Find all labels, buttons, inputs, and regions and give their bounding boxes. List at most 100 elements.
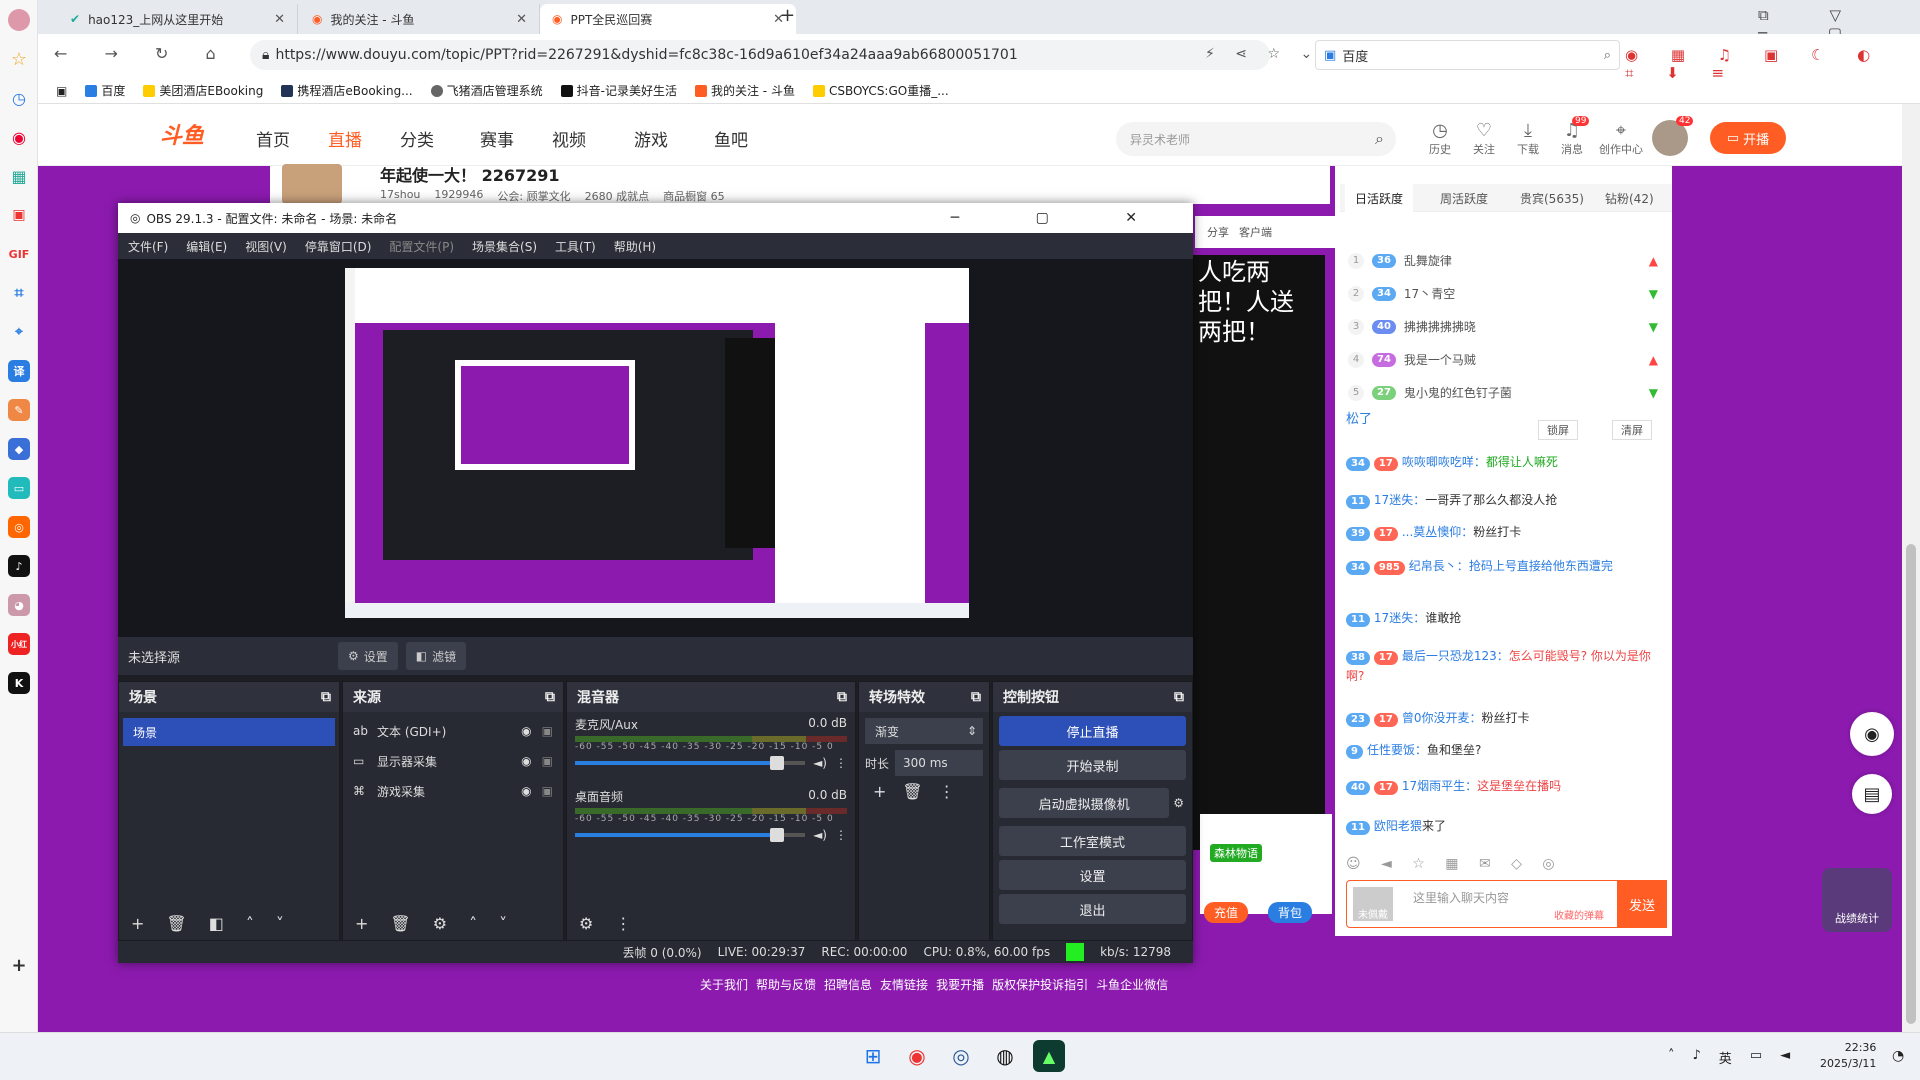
menu-edit[interactable]: 编辑(E) xyxy=(186,238,227,255)
nav-games[interactable]: 游戏 xyxy=(634,126,668,151)
rank-username[interactable]: 我是一个马贼 xyxy=(1404,351,1476,368)
footer-link[interactable]: 友情链接 xyxy=(880,976,928,993)
new-tab-icon[interactable]: + xyxy=(780,5,795,26)
undock-icon[interactable]: ⧉ xyxy=(837,689,847,705)
menu-profile[interactable]: 配置文件(P) xyxy=(389,238,454,255)
undock-icon[interactable]: ⧉ xyxy=(545,689,555,705)
k-app-icon[interactable]: K xyxy=(8,672,30,694)
windows-start-icon[interactable]: ⊞ xyxy=(857,1040,889,1072)
trash-icon[interactable]: 🗑︎ xyxy=(166,914,186,933)
trash-icon[interactable]: 🗑︎ xyxy=(390,914,410,933)
header-history[interactable]: ◷ 历史 xyxy=(1420,120,1460,157)
bookmark-item[interactable]: 美团酒店EBooking xyxy=(143,82,263,99)
virtual-camera-button[interactable]: 启动虚拟摄像机 xyxy=(999,788,1170,818)
tab-ppt[interactable]: ◉ PPT全民巡回赛 ✕ xyxy=(540,4,796,34)
slider-handle[interactable] xyxy=(770,828,785,842)
slider-handle[interactable] xyxy=(770,756,785,770)
start-recording-button[interactable]: 开始录制 xyxy=(999,750,1186,780)
trash-icon[interactable]: 🗑︎ xyxy=(902,782,922,801)
rank-row[interactable]: 3 40 拂拂拂拂拂晓 ▼ xyxy=(1348,318,1658,335)
crop-icon[interactable]: ⌗ xyxy=(8,282,30,304)
rank-username[interactable]: 17丶青空 xyxy=(1404,285,1455,302)
douyu-search-input[interactable]: 异灵术老师 ⌕ xyxy=(1116,122,1396,156)
nav-home[interactable]: 首页 xyxy=(256,126,290,151)
rank-username[interactable]: 鬼小鬼的红色钉子菌 xyxy=(1404,384,1512,401)
backpack-button[interactable]: 背包 xyxy=(1268,902,1313,923)
obs-taskbar-icon[interactable]: ◍ xyxy=(989,1040,1021,1072)
transition-select[interactable]: 渐变 ⇕ xyxy=(865,718,983,744)
add-icon[interactable]: + xyxy=(131,914,144,933)
page-scrollbar[interactable] xyxy=(1902,104,1920,1032)
game-icon[interactable]: ◎ xyxy=(8,516,30,538)
lock-icon[interactable]: ▣ xyxy=(542,754,553,768)
rank-row[interactable]: 5 27 鬼小鬼的红色钉子菌 ▼ xyxy=(1348,384,1658,401)
rank-tab-weekly[interactable]: 周活跃度 xyxy=(1430,184,1498,212)
nav-events[interactable]: 赛事 xyxy=(480,126,514,151)
gear-icon[interactable]: ⚙ xyxy=(1173,796,1184,810)
client-button[interactable]: 客户端 xyxy=(1239,224,1272,240)
volume-slider[interactable] xyxy=(575,756,806,770)
chat-username[interactable]: 任性要饭： xyxy=(1367,743,1427,757)
chat-input-box[interactable]: 未佩戴 这里输入聊天内容 收藏的弹幕 发送 xyxy=(1346,880,1667,928)
menu-scene-collection[interactable]: 场景集合(S) xyxy=(472,238,537,255)
app-icon[interactable]: ▲ xyxy=(1033,1040,1065,1072)
lock-screen-button[interactable]: 锁屏 xyxy=(1538,420,1578,440)
rank-username[interactable]: 乱舞旋律 xyxy=(1404,252,1452,269)
lock-icon[interactable]: ▣ xyxy=(542,784,553,798)
chat-username[interactable]: 咴咴唧咴吃咩： xyxy=(1402,455,1486,469)
ai-write-icon[interactable]: ✎ xyxy=(8,399,30,421)
ocr-icon[interactable]: ⌖ xyxy=(8,321,30,343)
speaker-icon[interactable]: ◄) xyxy=(813,756,827,770)
rank-row[interactable]: 4 74 我是一个马贼 ▲ xyxy=(1348,351,1658,368)
rank-row[interactable]: 2 34 17丶青空 ▼ xyxy=(1348,285,1658,302)
menu-view[interactable]: 视图(V) xyxy=(245,238,287,255)
star-icon[interactable]: ☆ xyxy=(8,48,30,70)
notification-icon[interactable]: ◔ xyxy=(1892,1048,1904,1064)
chat-username[interactable]: 17烟雨平生： xyxy=(1402,779,1477,793)
gear-icon[interactable]: ⚙ xyxy=(433,914,447,933)
live-stream-video[interactable]: 人吃两把！人送两把！ xyxy=(1190,255,1325,850)
add-icon[interactable]: + xyxy=(8,954,30,976)
chat-username[interactable]: ...莫丛懊仰： xyxy=(1402,525,1473,539)
tiktok-icon[interactable]: ♪ xyxy=(8,555,30,577)
menu-tools[interactable]: 工具(T) xyxy=(555,238,596,255)
duration-input[interactable]: 300 ms xyxy=(895,750,983,776)
search-engine-box[interactable]: ▣ 百度 ⌕ xyxy=(1315,40,1620,70)
advanced-audio-icon[interactable]: ⚙ xyxy=(579,914,593,933)
rank-tab-daily[interactable]: 日活跃度 xyxy=(1345,184,1414,212)
source-item[interactable]: ab 文本 (GDI+) ◉ ▣ xyxy=(343,716,563,746)
down-icon[interactable]: ˅ xyxy=(276,914,284,933)
menu-help[interactable]: 帮助(H) xyxy=(614,238,656,255)
note-icon[interactable]: ▤ xyxy=(1852,774,1892,814)
footer-link[interactable]: 帮助与反馈 xyxy=(756,976,816,993)
url-actions[interactable]: ⚡ ⋖ ☆ ⌄ xyxy=(1205,46,1320,62)
undock-icon[interactable]: ⧉ xyxy=(971,689,981,705)
browser-icon[interactable]: ◎ xyxy=(945,1040,977,1072)
exit-button[interactable]: 退出 xyxy=(999,894,1186,924)
source-filters-button[interactable]: ◧ 滤镜 xyxy=(405,642,467,670)
pdf-icon[interactable]: ▣ xyxy=(8,204,30,226)
menu-dots-icon[interactable]: ⋮ xyxy=(615,914,631,933)
add-icon[interactable]: + xyxy=(355,914,368,933)
person-icon[interactable]: ◕ xyxy=(8,594,30,616)
history-icon[interactable]: ◷ xyxy=(8,87,30,109)
system-tray[interactable]: ˄ ♪ 英 ▭ ◄ xyxy=(1668,1048,1790,1067)
chat-tools[interactable]: ☺ ◄ ☆ ▦ ✉ ◇ ◎ xyxy=(1346,856,1563,872)
scene-filter-icon[interactable]: ◧ xyxy=(209,914,224,933)
footer-link[interactable]: 斗鱼企业微信 xyxy=(1096,976,1168,993)
menu-file[interactable]: 文件(F) xyxy=(128,238,168,255)
rank-tab-diamond[interactable]: 钻粉(42) xyxy=(1595,184,1664,212)
up-icon[interactable]: ˄ xyxy=(246,914,254,933)
footer-link[interactable]: 版权保护投诉指引 xyxy=(992,976,1088,993)
bookmark-item[interactable]: 百度 xyxy=(85,82,125,99)
battle-stats-button[interactable]: 战绩统计 xyxy=(1822,868,1892,932)
record-icon[interactable]: ◉ xyxy=(8,126,30,148)
chat-username[interactable]: 曾0你没开麦： xyxy=(1402,711,1482,725)
nav-category[interactable]: 分类 xyxy=(400,126,434,151)
search-icon[interactable]: ⌕ xyxy=(1375,129,1384,149)
extension-icons[interactable]: ◉ ▦ ♫ ▣ ☾ ◐ ⌗ ⬇ ≡ xyxy=(1625,46,1920,82)
bookmark-item[interactable]: CSBOYCS:GO重播_... xyxy=(812,82,949,99)
bookmark-item[interactable]: 飞猪酒店管理系统 xyxy=(430,82,543,99)
menu-dots-icon[interactable]: ⋮ xyxy=(939,782,955,801)
apps-icon[interactable]: ▦ xyxy=(8,165,30,187)
